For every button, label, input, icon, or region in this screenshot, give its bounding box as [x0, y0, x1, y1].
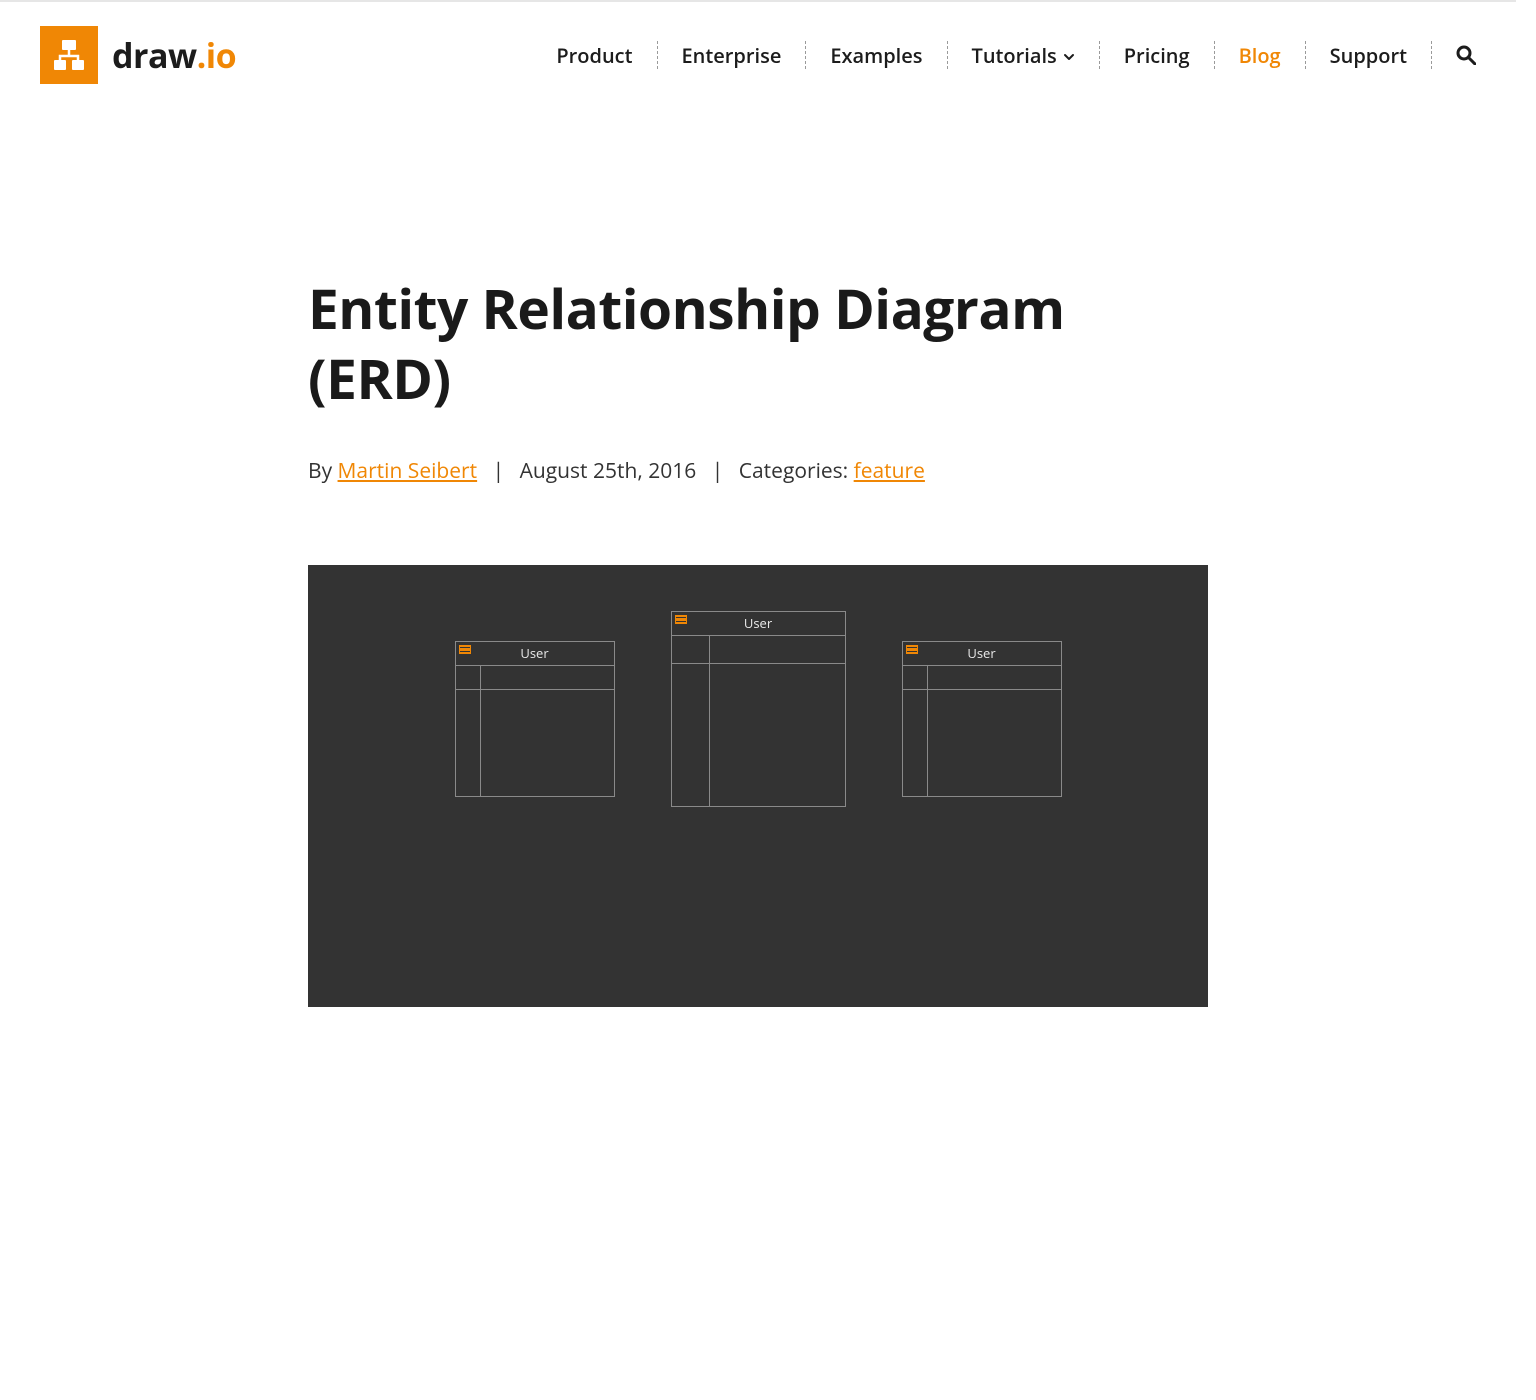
nav-item-pricing[interactable]: Pricing	[1100, 42, 1214, 69]
blog-article: Entity Relationship Diagram (ERD) By Mar…	[308, 274, 1208, 1007]
meta-separator: |	[712, 457, 724, 485]
site-logo[interactable]: draw.io	[40, 26, 236, 84]
nav-item-tutorials[interactable]: Tutorials	[948, 42, 1099, 69]
nav-item-label: Pricing	[1124, 42, 1190, 69]
nav-item-product[interactable]: Product	[532, 42, 656, 69]
meta-separator: |	[493, 457, 505, 485]
chevron-down-icon	[1063, 42, 1075, 69]
article-title: Entity Relationship Diagram (ERD)	[308, 274, 1208, 415]
erd-entity-box: User	[671, 611, 846, 807]
main-nav: Product Enterprise Examples Tutorials Pricin…	[532, 41, 1476, 69]
nav-item-support[interactable]: Support	[1306, 42, 1431, 69]
nav-item-label: Blog	[1239, 42, 1281, 69]
category-link[interactable]: feature	[854, 457, 925, 485]
article-date: August 25th, 2016	[520, 457, 697, 485]
categories-label: Categories:	[739, 457, 854, 485]
nav-item-label: Examples	[830, 42, 922, 69]
site-header: draw.io Product Enterprise Examples Tutoria…	[0, 2, 1516, 94]
erd-entity-box: User	[455, 641, 615, 797]
nav-item-blog[interactable]: Blog	[1215, 42, 1305, 69]
nav-item-label: Tutorials	[972, 42, 1057, 69]
drawio-logo-icon	[40, 26, 98, 84]
erd-entity-box: User	[902, 641, 1062, 797]
article-hero-image: User User User	[308, 565, 1208, 1007]
article-meta: By Martin Seibert | August 25th, 2016 | …	[308, 457, 1208, 485]
nav-item-label: Enterprise	[682, 42, 782, 69]
nav-item-enterprise[interactable]: Enterprise	[658, 42, 806, 69]
nav-item-label: Product	[556, 42, 632, 69]
nav-item-label: Support	[1330, 42, 1407, 69]
author-link[interactable]: Martin Seibert	[338, 457, 478, 485]
by-prefix: By	[308, 457, 338, 485]
search-icon[interactable]	[1432, 45, 1476, 65]
nav-item-examples[interactable]: Examples	[806, 42, 946, 69]
site-logo-text: draw.io	[112, 32, 236, 78]
